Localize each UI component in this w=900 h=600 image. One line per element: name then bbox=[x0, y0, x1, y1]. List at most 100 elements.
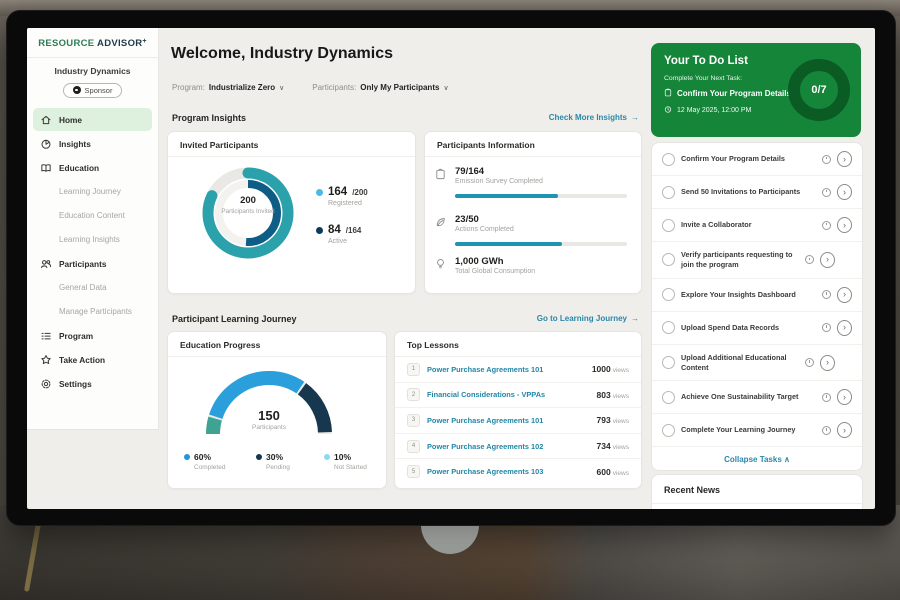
sponsor-badge[interactable]: Sponsor bbox=[63, 83, 123, 98]
legend-item-not-started: 10% Not Started bbox=[324, 452, 394, 471]
task-row: Upload Additional Educational Content › bbox=[652, 345, 862, 382]
task-open-button[interactable]: › bbox=[837, 217, 852, 233]
task-checkbox[interactable] bbox=[662, 219, 675, 232]
task-open-button[interactable]: › bbox=[837, 422, 852, 438]
task-label[interactable]: Complete Your Learning Journey bbox=[681, 425, 816, 435]
sidebar: RESOURCE ADVISOR+ Industry Dynamics Spon… bbox=[27, 28, 159, 430]
org-name: Industry Dynamics bbox=[27, 66, 158, 76]
task-label[interactable]: Confirm Your Program Details bbox=[681, 154, 816, 164]
sidebar-item-settings[interactable]: Settings bbox=[33, 372, 152, 395]
program-filter-label: Program: bbox=[172, 83, 205, 92]
sidebar-item-education-content[interactable]: Education Content bbox=[33, 204, 152, 227]
sidebar-item-education[interactable]: Education bbox=[33, 156, 152, 179]
legend-item-registered: 164/200 Registered bbox=[316, 186, 368, 207]
task-open-button[interactable]: › bbox=[837, 287, 852, 303]
task-open-button[interactable]: › bbox=[837, 389, 852, 405]
lesson-link[interactable]: Financial Considerations - VPPAs bbox=[427, 390, 590, 399]
lesson-link[interactable]: Power Purchase Agreements 102 bbox=[427, 442, 590, 451]
gear-icon bbox=[40, 378, 52, 390]
task-checkbox[interactable] bbox=[662, 253, 675, 266]
legend-dot bbox=[316, 227, 323, 234]
task-checkbox[interactable] bbox=[662, 424, 675, 437]
clock-icon bbox=[822, 393, 831, 402]
task-row: Verify participants requesting to join t… bbox=[652, 242, 862, 279]
chevron-down-icon: ∨ bbox=[443, 84, 448, 92]
sidebar-item-learning-insights[interactable]: Learning Insights bbox=[33, 228, 152, 251]
task-checkbox[interactable] bbox=[662, 288, 675, 301]
chevron-down-icon: ∨ bbox=[279, 84, 284, 92]
donut-center-value: 200 bbox=[218, 195, 278, 206]
sidebar-item-home[interactable]: Home bbox=[33, 108, 152, 131]
stat-label: Total Global Consumption bbox=[455, 268, 535, 275]
stat-consumption: 1,000 GWh Total Global Consumption bbox=[435, 256, 631, 275]
program-filter[interactable]: Program: Industrialize Zero ∨ bbox=[172, 83, 284, 92]
task-checkbox[interactable] bbox=[662, 356, 675, 369]
task-open-button[interactable]: › bbox=[837, 151, 852, 167]
task-label[interactable]: Upload Additional Educational Content bbox=[681, 353, 799, 373]
task-label[interactable]: Upload Spend Data Records bbox=[681, 323, 816, 333]
views-count: 803 bbox=[597, 390, 611, 400]
clock-icon bbox=[822, 290, 831, 299]
clipboard-icon bbox=[435, 168, 447, 181]
stat-actions: 23/50 Actions Completed bbox=[435, 214, 631, 233]
sidebar-item-insights[interactable]: Insights bbox=[33, 132, 152, 155]
donut-center-label: Participants Invited bbox=[218, 208, 278, 216]
lesson-link[interactable]: Power Purchase Agreements 101 bbox=[427, 365, 585, 374]
invited-participants-card: Invited Participants 200 Participants In… bbox=[167, 131, 416, 294]
task-open-button[interactable]: › bbox=[820, 252, 835, 268]
task-row: Explore Your Insights Dashboard › bbox=[652, 279, 862, 312]
views-count: 1000 bbox=[592, 364, 611, 374]
learning-journey-heading: Participant Learning Journey bbox=[172, 314, 297, 324]
task-open-button[interactable]: › bbox=[820, 355, 835, 371]
views-label: views bbox=[613, 393, 629, 400]
lesson-link[interactable]: Power Purchase Agreements 103 bbox=[427, 467, 590, 476]
legend-dot bbox=[316, 189, 323, 196]
todo-subtitle: Complete Your Next Task: bbox=[664, 75, 742, 82]
collapse-tasks-link[interactable]: Collapse Tasks ∧ bbox=[652, 447, 862, 471]
legend-dot bbox=[256, 454, 262, 460]
clock-icon bbox=[805, 358, 814, 367]
legend-label: Pending bbox=[266, 464, 326, 471]
sidebar-item-manage-participants[interactable]: Manage Participants bbox=[33, 300, 152, 323]
logo-advisor: ADVISOR bbox=[97, 38, 142, 49]
sidebar-item-take-action[interactable]: Take Action bbox=[33, 348, 152, 371]
dashboard-screen: RESOURCE ADVISOR+ Industry Dynamics Spon… bbox=[27, 28, 875, 509]
legend-value: 164 bbox=[328, 186, 347, 198]
task-open-button[interactable]: › bbox=[837, 184, 852, 200]
insights-icon bbox=[40, 138, 52, 150]
task-checkbox[interactable] bbox=[662, 153, 675, 166]
task-label[interactable]: Invite a Collaborator bbox=[681, 220, 816, 230]
task-checkbox[interactable] bbox=[662, 391, 675, 404]
card-title: Top Lessons bbox=[395, 332, 641, 357]
list-icon bbox=[40, 330, 52, 342]
task-checkbox[interactable] bbox=[662, 186, 675, 199]
clock-icon bbox=[822, 188, 831, 197]
clock-icon bbox=[822, 323, 831, 332]
todo-progress-value: 0/7 bbox=[811, 84, 826, 96]
task-label[interactable]: Send 50 Invitations to Participants bbox=[681, 187, 816, 197]
task-label[interactable]: Achieve One Sustainability Target bbox=[681, 392, 816, 402]
logo-plus: + bbox=[142, 38, 146, 45]
app-logo: RESOURCE ADVISOR+ bbox=[27, 28, 158, 58]
participants-filter[interactable]: Participants: Only My Participants ∨ bbox=[312, 83, 448, 92]
views-label: views bbox=[613, 418, 629, 425]
go-to-learning-journey-link[interactable]: Go to Learning Journey → bbox=[537, 314, 639, 323]
task-row: Achieve One Sustainability Target › bbox=[652, 381, 862, 414]
task-label[interactable]: Verify participants requesting to join t… bbox=[681, 250, 799, 270]
lesson-link[interactable]: Power Purchase Agreements 101 bbox=[427, 416, 590, 425]
education-progress-card: Education Progress 150 Participants 60% … bbox=[167, 331, 387, 489]
task-open-button[interactable]: › bbox=[837, 320, 852, 336]
check-more-insights-link[interactable]: Check More Insights → bbox=[549, 113, 639, 122]
task-checkbox[interactable] bbox=[662, 321, 675, 334]
clock-icon bbox=[664, 105, 672, 116]
sponsor-label: Sponsor bbox=[85, 86, 113, 95]
task-label[interactable]: Explore Your Insights Dashboard bbox=[681, 290, 816, 300]
sidebar-item-learning-journey[interactable]: Learning Journey bbox=[33, 180, 152, 203]
views-count: 734 bbox=[597, 441, 611, 451]
sidebar-item-participants[interactable]: Participants bbox=[33, 252, 152, 275]
todo-due-date: 12 May 2025, 12:00 PM bbox=[677, 107, 751, 114]
link-label: Check More Insights bbox=[549, 113, 627, 122]
sidebar-item-program[interactable]: Program bbox=[33, 324, 152, 347]
monitor-frame: RESOURCE ADVISOR+ Industry Dynamics Spon… bbox=[6, 10, 896, 526]
sidebar-item-general-data[interactable]: General Data bbox=[33, 276, 152, 299]
